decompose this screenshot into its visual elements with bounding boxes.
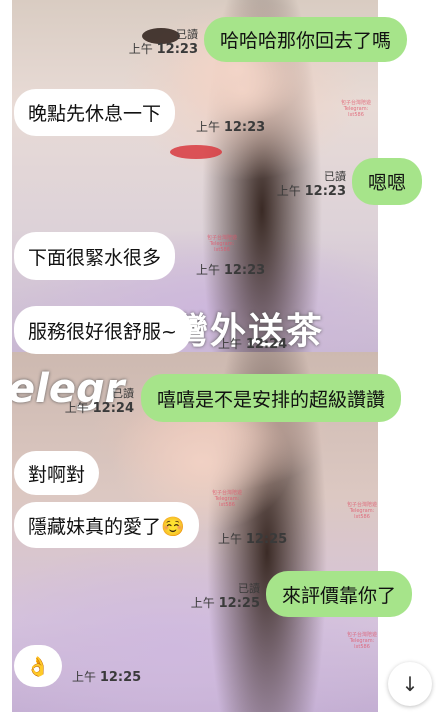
message-bubble-received[interactable]: 服務很好很舒服~ xyxy=(14,306,191,354)
timestamp-ampm: 上午 xyxy=(64,401,89,415)
message-text: 嘻嘻是不是安排的超級讚讚 xyxy=(157,388,386,411)
read-receipt: 已讀 xyxy=(112,387,134,400)
message-meta: 上午 12:25 xyxy=(218,532,292,547)
arrow-down-icon: ↓ xyxy=(401,672,419,696)
watermark-line: Telegram: lxt586 xyxy=(349,638,375,650)
watermark: 包子台灣陪遊 Telegram: lxt586 xyxy=(342,502,378,520)
timestamp-ampm: 上午 xyxy=(196,120,221,134)
timestamp-ampm: 上午 xyxy=(190,596,215,610)
message-meta: 上午 12:23 xyxy=(196,120,270,135)
message-bubble-sent[interactable]: 嘻嘻是不是安排的超級讚讚 xyxy=(141,374,402,422)
timestamp: 12:25 xyxy=(99,670,142,685)
message-text: 哈哈哈那你回去了嗎 xyxy=(220,30,392,52)
message-text: 隱藏妹真的愛了☺️ xyxy=(28,515,185,538)
watermark-line: Telegram: lxt586 xyxy=(214,496,240,508)
timestamp-ampm: 上午 xyxy=(218,532,243,546)
timestamp: 12:23 xyxy=(223,120,266,135)
message-bubble-received[interactable]: 晚點先休息一下 xyxy=(14,89,176,136)
message-bubble-received[interactable]: 隱藏妹真的愛了☺️ xyxy=(14,502,199,548)
scroll-to-bottom-button[interactable]: ↓ xyxy=(388,662,432,706)
message-bubble-received[interactable]: 👌 xyxy=(14,645,62,687)
message-bubble-sent[interactable]: 來評價靠你了 xyxy=(266,571,413,617)
watermark: 包子台灣陪遊 Telegram: lxt586 xyxy=(336,100,376,118)
timestamp: 12:23 xyxy=(304,184,346,199)
message-bubble-sent[interactable]: 哈哈哈那你回去了嗎 xyxy=(204,17,408,62)
watermark-line: Telegram: lxt586 xyxy=(349,508,375,520)
message-meta: 上午 12:23 xyxy=(196,263,270,278)
timestamp: 12:24 xyxy=(92,401,134,416)
photo-lips xyxy=(170,145,222,159)
watermark: 包子台灣陪遊 Telegram: lxt586 xyxy=(207,490,247,508)
timestamp: 12:23 xyxy=(156,42,198,57)
watermark-line: Telegram: lxt586 xyxy=(209,241,235,253)
message-text: 下面很緊水很多 xyxy=(28,246,162,269)
message-bubble-sent[interactable]: 嗯嗯 xyxy=(352,158,423,205)
timestamp-ampm: 上午 xyxy=(72,670,97,684)
message-meta: 已讀 上午 12:25 xyxy=(186,582,260,611)
watermark-line: Telegram: lxt586 xyxy=(343,106,369,118)
message-text: 嗯嗯 xyxy=(368,172,407,194)
watermark: 包子台灣陪遊 Telegram: lxt586 xyxy=(342,632,378,650)
timestamp-ampm: 上午 xyxy=(196,263,221,277)
message-bubble-received[interactable]: 下面很緊水很多 xyxy=(14,232,176,280)
message-text: 晚點先休息一下 xyxy=(28,103,162,125)
message-text: 對啊對 xyxy=(28,463,86,486)
message-meta: 上午 12:24 xyxy=(218,337,292,352)
message-text: 來評價靠你了 xyxy=(282,584,397,607)
timestamp-ampm: 上午 xyxy=(276,184,301,198)
message-meta: 已讀 上午 12:24 xyxy=(60,387,134,416)
message-text: 服務很好很舒服~ xyxy=(28,320,177,343)
read-receipt: 已讀 xyxy=(176,28,198,41)
message-text: 👌 xyxy=(26,655,50,678)
message-bubble-received[interactable]: 對啊對 xyxy=(14,451,100,495)
message-meta: 已讀 上午 12:23 xyxy=(272,170,346,199)
watermark: 包子台灣陪遊 Telegram: lxt586 xyxy=(202,235,242,253)
timestamp: 12:24 xyxy=(245,337,288,352)
timestamp-ampm: 上午 xyxy=(218,337,243,351)
timestamp-ampm: 上午 xyxy=(128,42,153,56)
timestamp: 12:23 xyxy=(223,263,266,278)
message-meta: 已讀 上午 12:23 xyxy=(124,28,198,57)
message-meta: 上午 12:25 xyxy=(72,670,146,685)
timestamp: 12:25 xyxy=(245,532,288,547)
read-receipt: 已讀 xyxy=(324,170,346,183)
timestamp: 12:25 xyxy=(218,596,260,611)
read-receipt: 已讀 xyxy=(238,582,260,595)
